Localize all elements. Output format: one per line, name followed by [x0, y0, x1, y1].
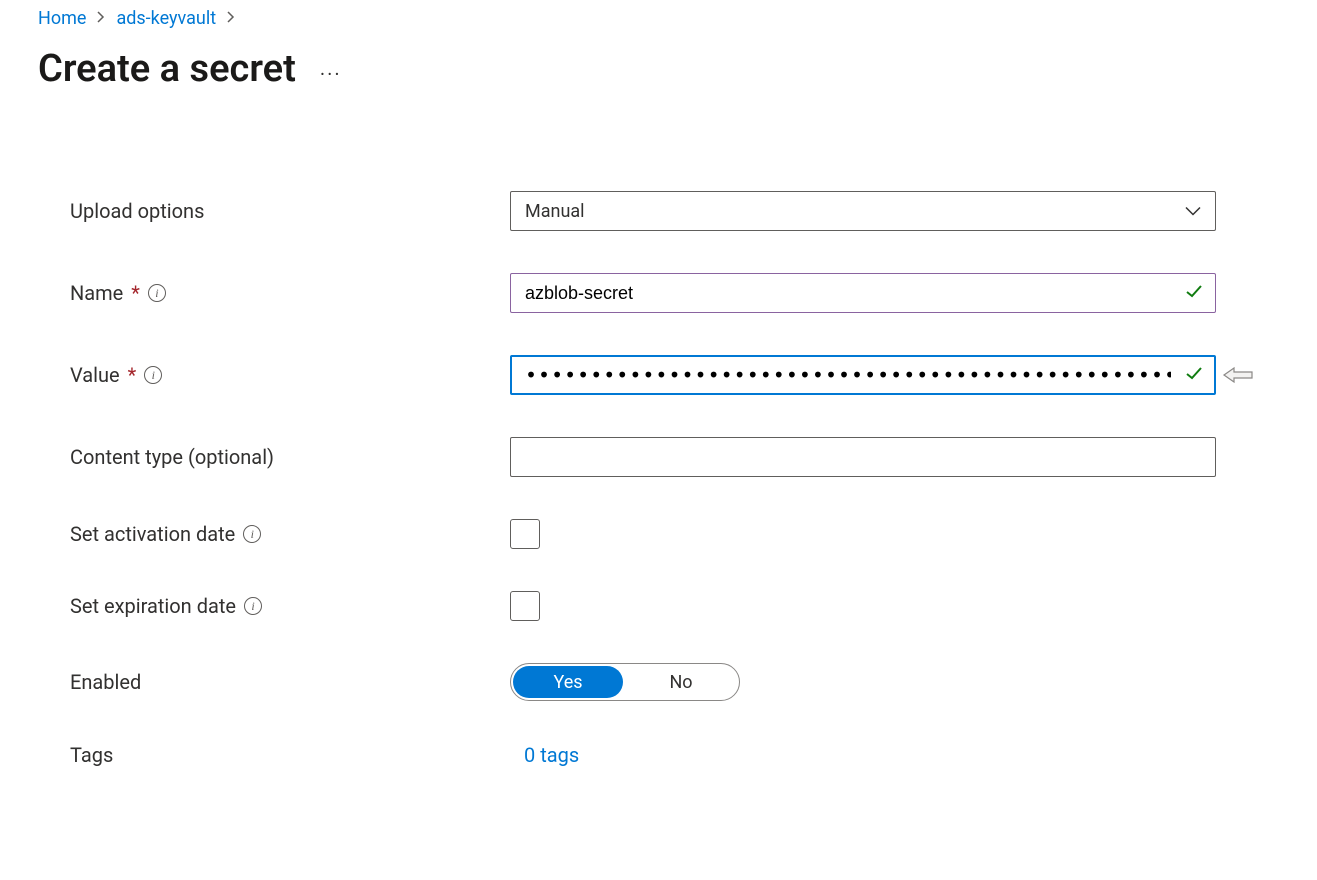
- breadcrumb-home[interactable]: Home: [38, 8, 86, 29]
- page-title: Create a secret: [38, 47, 296, 91]
- content-type-label: Content type (optional): [70, 445, 274, 469]
- enabled-no-option[interactable]: No: [623, 664, 739, 700]
- title-row: Create a secret ···: [38, 47, 1317, 91]
- enabled-yes-option[interactable]: Yes: [513, 666, 623, 698]
- info-icon[interactable]: i: [244, 597, 262, 615]
- row-activation-date: Set activation date i: [70, 519, 1317, 549]
- tags-link[interactable]: 0 tags: [510, 743, 579, 767]
- upload-options-value: Manual: [525, 201, 585, 222]
- more-actions-button[interactable]: ···: [320, 52, 342, 86]
- info-icon[interactable]: i: [148, 284, 166, 302]
- expiration-date-label: Set expiration date: [70, 594, 236, 618]
- row-name: Name * i: [70, 273, 1317, 313]
- chevron-right-icon: [96, 10, 106, 28]
- content-type-input[interactable]: [510, 437, 1216, 477]
- upload-options-select[interactable]: Manual: [510, 191, 1216, 231]
- required-indicator: *: [128, 363, 137, 387]
- row-tags: Tags 0 tags: [70, 743, 1317, 767]
- activation-date-checkbox[interactable]: [510, 519, 540, 549]
- enabled-label: Enabled: [70, 670, 141, 694]
- breadcrumb-keyvault[interactable]: ads-keyvault: [116, 8, 216, 29]
- arrow-left-annotation-icon: [1222, 365, 1256, 385]
- row-value: Value * i: [70, 355, 1317, 395]
- activation-date-label: Set activation date: [70, 522, 235, 546]
- info-icon[interactable]: i: [243, 525, 261, 543]
- value-input[interactable]: [510, 355, 1216, 395]
- value-label: Value: [70, 363, 120, 387]
- tags-label: Tags: [70, 743, 113, 767]
- create-secret-form: Upload options Manual Name * i: [38, 191, 1317, 767]
- row-expiration-date: Set expiration date i: [70, 591, 1317, 621]
- row-content-type: Content type (optional): [70, 437, 1317, 477]
- row-upload-options: Upload options Manual: [70, 191, 1317, 231]
- name-label: Name: [70, 281, 123, 305]
- enabled-toggle: Yes No: [510, 663, 740, 701]
- info-icon[interactable]: i: [144, 366, 162, 384]
- expiration-date-checkbox[interactable]: [510, 591, 540, 621]
- upload-options-label: Upload options: [70, 199, 204, 223]
- name-input[interactable]: [510, 273, 1216, 313]
- required-indicator: *: [131, 281, 140, 305]
- chevron-right-icon: [226, 10, 236, 28]
- row-enabled: Enabled Yes No: [70, 663, 1317, 701]
- breadcrumb: Home ads-keyvault: [38, 8, 1317, 29]
